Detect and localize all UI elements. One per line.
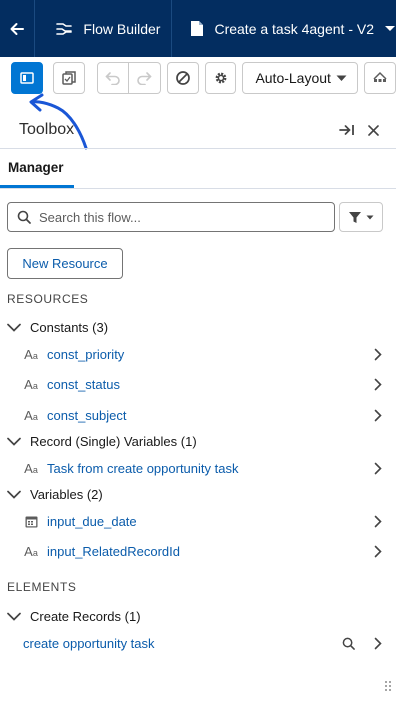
chevron-right-icon[interactable] xyxy=(374,637,382,650)
list-item[interactable]: Aa Task from create opportunity task xyxy=(0,456,396,480)
text-type-icon: Aa xyxy=(24,346,38,362)
top-nav-bar: Flow Builder Create a task 4agent - V2 xyxy=(0,0,396,57)
resource-link[interactable]: const_status xyxy=(47,377,120,392)
new-resource-button[interactable]: New Resource xyxy=(7,248,123,279)
gear-icon xyxy=(215,72,226,84)
hierarchy-icon xyxy=(373,71,387,82)
flow-name: Create a task 4agent - V2 xyxy=(214,20,374,37)
resource-link[interactable]: const_priority xyxy=(47,347,124,362)
search-field[interactable] xyxy=(7,202,335,232)
chevron-down-icon xyxy=(336,75,347,81)
resource-group-constants[interactable]: Constants (3) xyxy=(7,320,108,335)
chevron-down-icon xyxy=(7,612,21,621)
redo-icon xyxy=(137,72,152,85)
text-type-icon: Aa xyxy=(24,407,38,423)
group-label: Variables (2) xyxy=(30,487,103,502)
close-icon[interactable] xyxy=(367,124,380,137)
search-icon[interactable] xyxy=(342,637,355,650)
divider xyxy=(0,148,396,149)
text-type-icon: Aa xyxy=(24,376,38,392)
redo-button[interactable] xyxy=(128,62,161,94)
flow-title-dropdown[interactable]: Create a task 4agent - V2 xyxy=(172,0,396,57)
chevron-down-icon xyxy=(7,490,21,499)
resource-link[interactable]: input_due_date xyxy=(47,514,137,529)
chevron-right-icon[interactable] xyxy=(374,348,382,361)
resource-link[interactable]: const_subject xyxy=(47,408,127,423)
deactivate-button[interactable] xyxy=(166,62,199,94)
group-label: Constants (3) xyxy=(30,320,109,335)
panel-left-icon xyxy=(20,72,34,84)
search-icon xyxy=(17,210,31,224)
back-button[interactable] xyxy=(0,0,36,57)
list-item[interactable]: Aa input_RelatedRecordId xyxy=(0,539,396,563)
list-item[interactable]: Aa const_subject xyxy=(0,403,396,427)
resize-grip-icon[interactable] xyxy=(384,680,392,692)
resources-heading: RESOURCES xyxy=(7,292,89,306)
list-item[interactable]: create opportunity task xyxy=(0,631,396,655)
filter-icon xyxy=(349,211,361,223)
app-name: Flow Builder xyxy=(83,20,161,37)
undo-button[interactable] xyxy=(96,62,129,94)
chevron-right-icon[interactable] xyxy=(374,515,382,528)
undo-redo-group xyxy=(96,62,161,94)
chevron-right-icon[interactable] xyxy=(374,545,382,558)
back-arrow-icon xyxy=(10,22,25,35)
app-title: Flow Builder xyxy=(35,0,173,57)
chevron-down-icon xyxy=(385,25,395,31)
chevron-down-icon xyxy=(7,437,21,446)
toolbox-title: Toolbox xyxy=(19,121,75,138)
copy-icon xyxy=(62,71,76,85)
element-link[interactable]: create opportunity task xyxy=(23,636,155,651)
resource-link[interactable]: Task from create opportunity task xyxy=(47,461,238,476)
resource-link[interactable]: input_RelatedRecordId xyxy=(47,544,180,559)
divider xyxy=(0,188,396,189)
resource-group-variables[interactable]: Variables (2) xyxy=(7,487,103,502)
toolbox-header: Toolbox xyxy=(0,112,396,148)
chevron-right-icon[interactable] xyxy=(374,409,382,422)
layout-select[interactable]: Auto-Layout xyxy=(242,62,359,94)
list-item[interactable]: Aa const_priority xyxy=(0,342,396,366)
chevron-right-icon[interactable] xyxy=(374,378,382,391)
flow-icon xyxy=(56,22,73,35)
text-type-icon: Aa xyxy=(24,543,38,559)
chevron-right-icon[interactable] xyxy=(374,462,382,475)
text-type-icon: Aa xyxy=(24,460,38,476)
ban-icon xyxy=(175,71,190,85)
document-icon xyxy=(191,21,204,36)
search-input[interactable] xyxy=(39,209,309,225)
layout-select-value: Auto-Layout xyxy=(255,70,331,86)
chevron-down-icon xyxy=(7,323,21,332)
undo-icon xyxy=(105,72,120,85)
tab-manager[interactable]: Manager xyxy=(0,150,74,188)
resource-group-record-variables[interactable]: Record (Single) Variables (1) xyxy=(7,434,197,449)
hierarchy-button[interactable] xyxy=(364,62,396,94)
elements-heading: ELEMENTS xyxy=(7,580,77,594)
group-label: Create Records (1) xyxy=(30,609,141,624)
settings-button[interactable] xyxy=(204,62,237,94)
collapse-panel-icon[interactable] xyxy=(339,123,355,137)
list-item[interactable]: Aa const_status xyxy=(0,372,396,396)
filter-button[interactable] xyxy=(339,202,383,232)
chevron-down-icon xyxy=(366,215,374,219)
group-label: Record (Single) Variables (1) xyxy=(30,434,197,449)
calendar-icon xyxy=(23,515,39,528)
element-group-create-records[interactable]: Create Records (1) xyxy=(7,609,141,624)
list-item[interactable]: input_due_date xyxy=(0,509,396,533)
